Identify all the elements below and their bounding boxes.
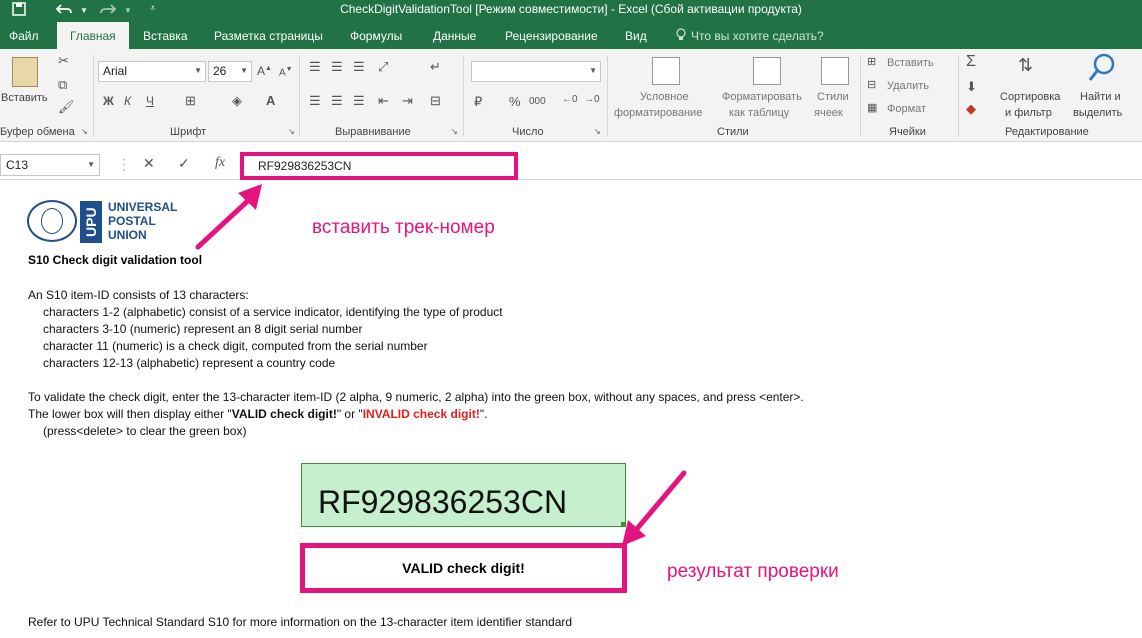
- annotation-arrows: [195, 184, 687, 546]
- arrow-to-formula-bar: [195, 194, 255, 250]
- arrow-to-result: [633, 470, 687, 533]
